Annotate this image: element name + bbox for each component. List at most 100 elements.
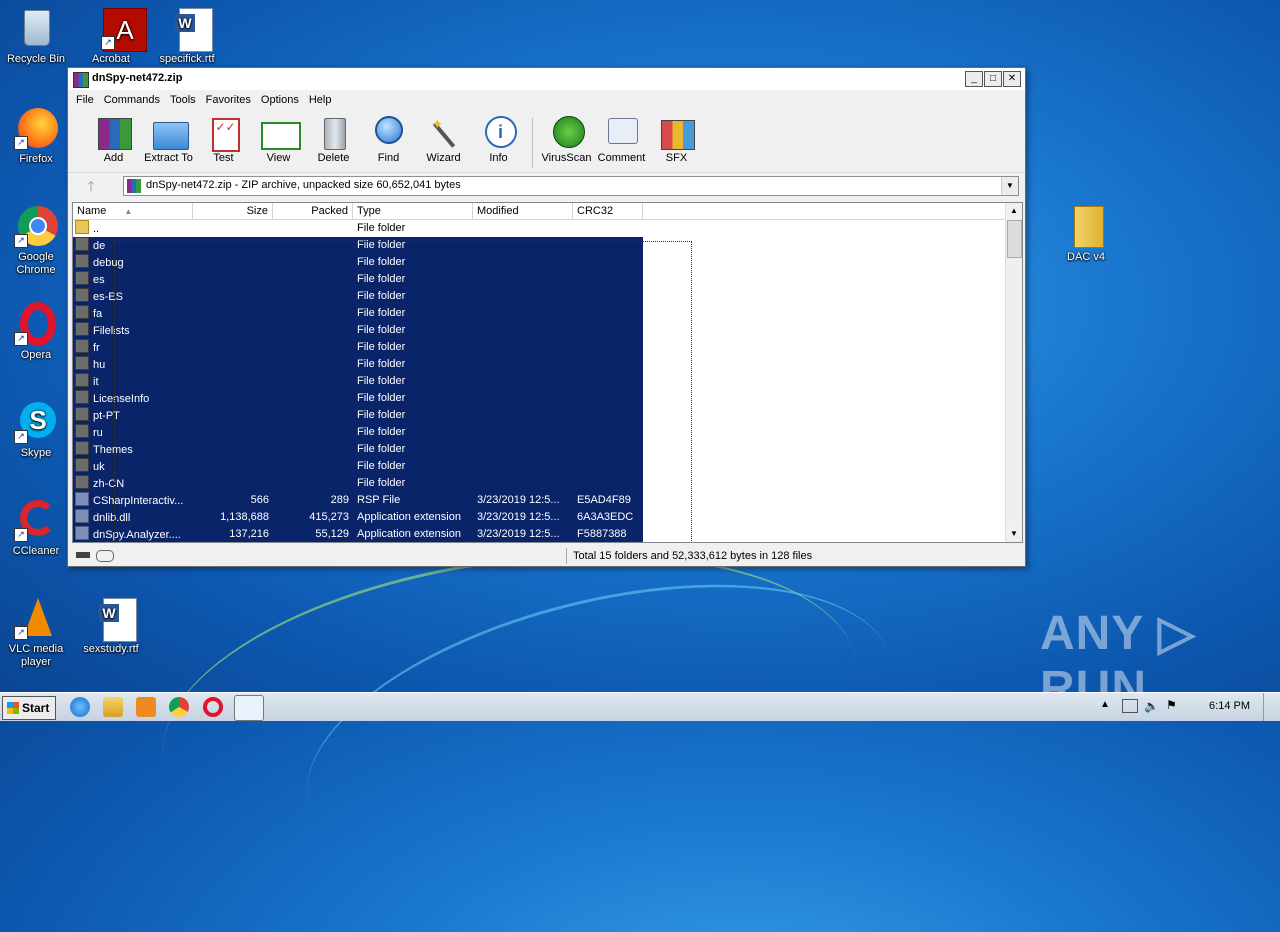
maximize-button[interactable]: □ xyxy=(984,71,1002,87)
virusscan-label: VirusScan xyxy=(541,152,592,164)
add-button[interactable]: Add xyxy=(86,116,141,164)
folder-icon xyxy=(75,441,89,455)
col-size[interactable]: Size xyxy=(193,203,273,219)
wizard-label: Wizard xyxy=(426,152,461,164)
minimize-button[interactable]: _ xyxy=(965,71,983,87)
col-packed[interactable]: Packed xyxy=(273,203,353,219)
scroll-thumb[interactable] xyxy=(1007,220,1022,258)
desktop-icon-firefox[interactable]: ↗ Firefox xyxy=(1,106,71,166)
info-button[interactable]: i Info xyxy=(471,116,526,164)
scroll-up-icon[interactable]: ▲ xyxy=(1006,203,1022,219)
col-crc32[interactable]: CRC32 xyxy=(573,203,643,219)
folder-icon xyxy=(1064,204,1108,248)
menu-commands[interactable]: Commands xyxy=(100,94,164,106)
recycle-bin-icon xyxy=(14,6,58,50)
file-name-cell-text: .. xyxy=(93,223,100,235)
chrome-icon: ↗ xyxy=(14,204,58,248)
desktop-icon-vlc[interactable]: ↗ VLC media player xyxy=(1,596,71,669)
file-list[interactable]: Name ▲ Size Packed Type Modified CRC32 ..… xyxy=(72,202,1023,543)
desktop-icon-sexstudy-rtf[interactable]: W sexstudy.rtf xyxy=(76,596,146,656)
media-player-taskbar-icon[interactable] xyxy=(136,697,156,717)
desktop-icon-acrobat[interactable]: A ↗ Acrobat xyxy=(76,6,147,66)
find-button[interactable]: Find xyxy=(361,116,416,164)
desktop-icon-google-chrome[interactable]: ↗ Google Chrome xyxy=(1,204,71,277)
archive-icon xyxy=(127,179,141,193)
word-document-icon: W xyxy=(89,596,137,642)
info-icon: i xyxy=(481,116,517,150)
menu-help[interactable]: Help xyxy=(305,94,336,106)
tray-expand-icon[interactable]: ▲ xyxy=(1100,699,1110,710)
volume-icon[interactable]: 🔈 xyxy=(1144,699,1159,713)
chrome-taskbar-icon[interactable] xyxy=(169,697,189,717)
trash-icon xyxy=(316,116,352,150)
skype-icon: S ↗ xyxy=(14,400,58,444)
desktop-icon-specifick-rtf[interactable]: W specifick.rtf xyxy=(152,6,222,66)
file-name-cell-text: uk xyxy=(93,461,105,473)
toolbar-separator xyxy=(532,118,533,168)
view-book-icon xyxy=(260,116,301,150)
opera-taskbar-icon[interactable] xyxy=(203,697,223,717)
menu-file[interactable]: File xyxy=(72,94,98,106)
action-center-flag-icon[interactable]: ⚑ xyxy=(1166,698,1177,712)
col-name-label: Name xyxy=(77,205,107,217)
desktop-icon-recycle-bin[interactable]: Recycle Bin xyxy=(1,6,71,66)
address-combo[interactable]: dnSpy-net472.zip - ZIP archive, unpacked… xyxy=(123,176,1019,196)
view-button[interactable]: View xyxy=(251,116,306,164)
network-icon[interactable] xyxy=(1122,699,1138,713)
key-icon[interactable] xyxy=(96,550,114,562)
sfx-button[interactable]: SFX xyxy=(649,116,704,164)
chevron-down-icon[interactable]: ▼ xyxy=(1001,177,1018,195)
file-crc-cell xyxy=(573,220,643,237)
desktop-icon-opera[interactable]: ↗ Opera xyxy=(1,302,71,362)
col-modified[interactable]: Modified xyxy=(473,203,573,219)
sort-ascending-icon: ▲ xyxy=(124,207,133,216)
desktop-icon-skype[interactable]: S ↗ Skype xyxy=(1,400,71,460)
info-label: Info xyxy=(489,152,508,164)
winrar-app-icon[interactable] xyxy=(73,72,89,88)
ccleaner-icon: ↗ xyxy=(14,498,58,542)
title-bar[interactable]: dnSpy-net472.zip _ □ ✕ xyxy=(68,68,1025,90)
show-desktop-button[interactable] xyxy=(1263,693,1280,721)
folder-icon xyxy=(75,271,89,285)
delete-button[interactable]: Delete xyxy=(306,116,361,164)
wizard-button[interactable]: ✦ Wizard xyxy=(416,116,471,164)
ie-taskbar-icon[interactable] xyxy=(70,697,90,717)
virus-bug-icon xyxy=(549,116,585,150)
winrar-window[interactable]: dnSpy-net472.zip _ □ ✕ File Commands Too… xyxy=(67,67,1026,567)
windows-flag-icon xyxy=(7,702,19,714)
word-document-icon: W xyxy=(165,6,213,52)
system-tray: ▲ 🔈 ⚑ 6:14 PM xyxy=(1100,693,1280,721)
start-button[interactable]: Start xyxy=(2,696,56,720)
test-button[interactable]: ✓✓ Test xyxy=(196,116,251,164)
folder-icon xyxy=(75,407,89,421)
up-arrow-icon[interactable]: 🡑 xyxy=(76,176,106,196)
folder-icon xyxy=(75,288,89,302)
menu-tools[interactable]: Tools xyxy=(166,94,200,106)
table-row[interactable]: .. File folder xyxy=(73,220,1005,237)
virusscan-button[interactable]: VirusScan xyxy=(539,116,594,164)
file-icon xyxy=(75,509,89,523)
comment-button[interactable]: Comment xyxy=(594,116,649,164)
winrar-taskbar-icon[interactable] xyxy=(234,695,264,721)
desktop-icon-ccleaner[interactable]: ↗ CCleaner xyxy=(1,498,71,558)
status-text: Total 15 folders and 52,333,612 bytes in… xyxy=(566,548,1023,564)
vertical-scrollbar[interactable]: ▲ ▼ xyxy=(1005,203,1022,542)
col-type[interactable]: Type xyxy=(353,203,473,219)
menu-options[interactable]: Options xyxy=(257,94,303,106)
menu-bar: File Commands Tools Favorites Options He… xyxy=(68,90,1025,110)
menu-favorites[interactable]: Favorites xyxy=(202,94,255,106)
drive-icon[interactable] xyxy=(76,552,90,558)
vlc-cone-icon: ↗ xyxy=(14,596,58,640)
file-name-cell-text: es xyxy=(93,274,105,286)
explorer-taskbar-icon[interactable] xyxy=(103,697,123,717)
close-button[interactable]: ✕ xyxy=(1003,71,1021,87)
extract-to-button[interactable]: Extract To xyxy=(141,116,196,164)
col-name[interactable]: Name ▲ xyxy=(73,203,193,219)
taskbar: Start ▲ 🔈 ⚑ 6:14 PM xyxy=(0,692,1280,721)
folder-icon xyxy=(75,390,89,404)
desktop-icon-dac-v4[interactable]: DAC v4 xyxy=(1051,204,1121,264)
start-label: Start xyxy=(22,701,50,715)
scroll-down-icon[interactable]: ▼ xyxy=(1006,526,1022,542)
clock[interactable]: 6:14 PM xyxy=(1209,700,1250,712)
address-text: dnSpy-net472.zip - ZIP archive, unpacked… xyxy=(146,179,461,191)
